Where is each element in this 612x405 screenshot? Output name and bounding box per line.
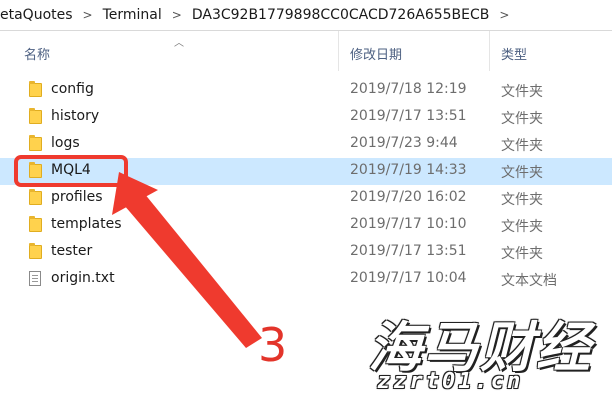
annotation-step-number: 3 [258,318,288,372]
watermark-url: zzrt01.cn [377,369,524,394]
